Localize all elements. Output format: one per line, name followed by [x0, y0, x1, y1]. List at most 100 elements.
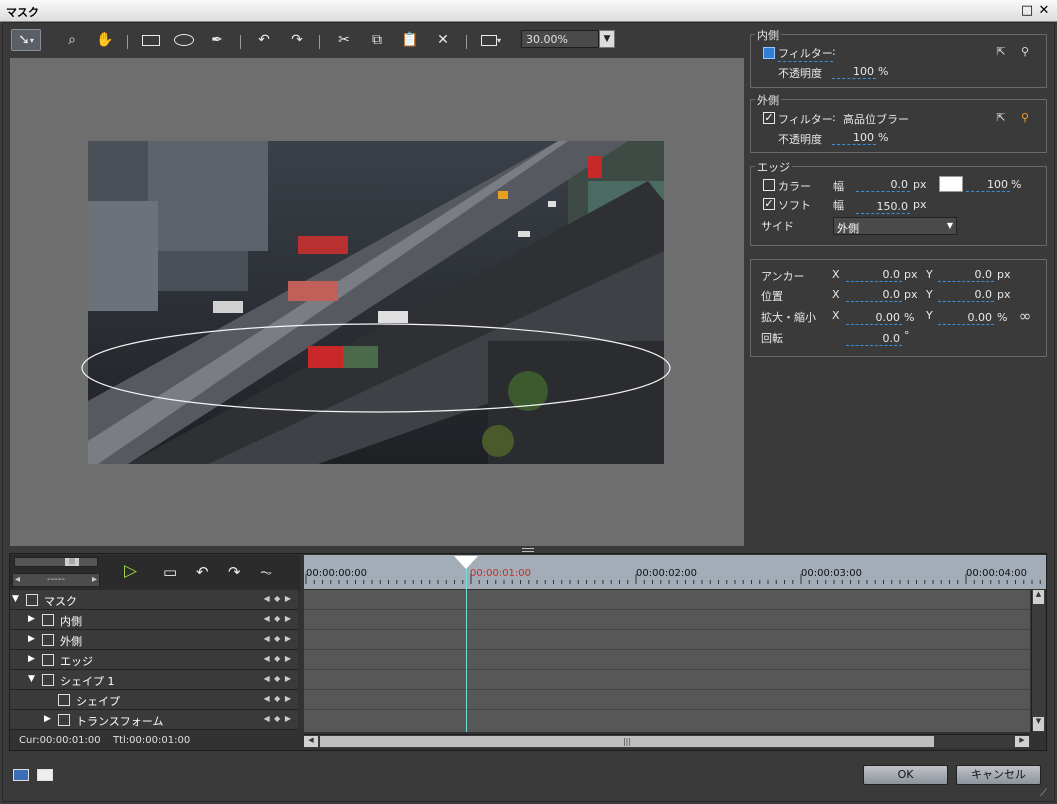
- edge-color-swatch[interactable]: [939, 176, 963, 192]
- track-checkbox[interactable]: [58, 694, 70, 706]
- maximize-icon[interactable]: □: [1020, 4, 1034, 18]
- expand-icon[interactable]: ▶: [44, 714, 51, 724]
- track-checkbox[interactable]: [58, 714, 70, 726]
- position-y-field[interactable]: 0.0: [938, 288, 994, 302]
- scroll-down-icon[interactable]: ▼: [1033, 717, 1044, 731]
- cancel-button[interactable]: キャンセル: [956, 765, 1041, 785]
- outer-filter-checkbox[interactable]: ✓: [763, 112, 775, 124]
- edge-color-width-field[interactable]: 0.0: [856, 178, 910, 192]
- keyframe-nav-icon[interactable]: ◀ ◆ ▶: [263, 634, 292, 643]
- edge-side-select[interactable]: 外側 ▼: [833, 217, 957, 235]
- inner-filter-label[interactable]: フィルター: [778, 45, 833, 62]
- toolbar-separator: [466, 35, 467, 49]
- edge-color-checkbox[interactable]: [763, 179, 775, 191]
- chevron-left-icon[interactable]: ◂: [15, 574, 20, 585]
- scroll-left-icon[interactable]: ◀: [304, 736, 318, 747]
- undo-icon[interactable]: ↶: [196, 563, 209, 581]
- outer-opacity-field[interactable]: 100: [832, 131, 876, 145]
- close-icon[interactable]: ✕: [1037, 4, 1051, 18]
- track-row[interactable]: ▼ シェイプ 1 ◀ ◆ ▶: [10, 670, 298, 690]
- scroll-up-icon[interactable]: ▲: [1033, 590, 1044, 604]
- chevron-right-icon[interactable]: ▸: [92, 574, 97, 585]
- redo-icon[interactable]: ↷: [285, 29, 309, 51]
- zoom-dropdown-icon[interactable]: ▼: [599, 30, 615, 48]
- filter-link-icon[interactable]: ⚲: [1018, 45, 1032, 59]
- playhead-marker[interactable]: [454, 556, 478, 569]
- keyframe-nav-icon[interactable]: ◀ ◆ ▶: [263, 694, 292, 703]
- track-checkbox[interactable]: [26, 594, 38, 606]
- scale-y-field[interactable]: 0.00: [938, 311, 994, 325]
- zoom-input[interactable]: 30.00%: [521, 30, 599, 48]
- fit-view-icon[interactable]: ▾: [476, 29, 506, 51]
- link-chain-icon[interactable]: ∞: [1018, 309, 1032, 324]
- rectangle-icon[interactable]: [139, 29, 163, 51]
- track-row[interactable]: ▶ 外側 ◀ ◆ ▶: [10, 630, 298, 650]
- track-row[interactable]: ▶ トランスフォーム ◀ ◆ ▶: [10, 710, 298, 730]
- position-x-field[interactable]: 0.0: [846, 288, 902, 302]
- scroll-right-icon[interactable]: ▶: [1015, 736, 1029, 747]
- rotation-field[interactable]: 0.0: [846, 332, 902, 346]
- redo-icon[interactable]: ↷: [228, 563, 241, 581]
- collapse-icon[interactable]: ▼: [28, 674, 35, 684]
- expand-icon[interactable]: ▶: [28, 634, 35, 644]
- filter-link-icon[interactable]: ⚲: [1018, 111, 1032, 125]
- track-row[interactable]: ▼ マスク ◀ ◆ ▶: [10, 590, 298, 610]
- edge-soft-checkbox[interactable]: ✓: [763, 198, 775, 210]
- edge-color-opacity-field[interactable]: 100: [966, 178, 1010, 192]
- edge-side-label: サイド: [761, 220, 794, 233]
- graph-icon[interactable]: ⏦: [260, 563, 272, 581]
- playhead-line[interactable]: [466, 565, 467, 732]
- keyframe-nav-icon[interactable]: ◀ ◆ ▶: [263, 594, 292, 603]
- track-row[interactable]: ▶ エッジ ◀ ◆ ▶: [10, 650, 298, 670]
- cut-icon[interactable]: ✂: [332, 29, 356, 51]
- track-row[interactable]: シェイプ ◀ ◆ ▶: [10, 690, 298, 710]
- track-checkbox[interactable]: [42, 634, 54, 646]
- track-checkbox[interactable]: [42, 674, 54, 686]
- anchor-x-field[interactable]: 0.0: [846, 268, 902, 282]
- keyframe-nav-icon[interactable]: ◀ ◆ ▶: [263, 614, 292, 623]
- anchor-y-field[interactable]: 0.0: [938, 268, 994, 282]
- ok-button[interactable]: OK: [863, 765, 948, 785]
- keyframe-nav-icon[interactable]: ◀ ◆ ▶: [263, 654, 292, 663]
- resize-grip-icon[interactable]: ⟋: [1040, 788, 1047, 799]
- scroll-thumb[interactable]: |||: [320, 736, 934, 747]
- copy-icon[interactable]: ⧉: [365, 29, 389, 51]
- keyframe-nav-icon[interactable]: ◀ ◆ ▶: [263, 674, 292, 683]
- track-label: シェイプ 1: [60, 675, 115, 688]
- timeline-zoom-slider[interactable]: |||: [14, 557, 98, 567]
- preview-icon[interactable]: ▭: [163, 563, 177, 581]
- ellipse-icon[interactable]: [172, 29, 196, 51]
- layout-single-icon[interactable]: [37, 769, 53, 781]
- position-y-label: Y: [926, 288, 933, 301]
- splitter-handle[interactable]: [522, 548, 534, 552]
- track-label: 内側: [60, 615, 82, 628]
- select-arrow-icon[interactable]: ➘ ▾: [11, 29, 41, 51]
- slider-thumb[interactable]: |||: [65, 558, 79, 566]
- hand-icon[interactable]: ✋: [93, 29, 117, 51]
- delete-icon[interactable]: ✕: [431, 29, 455, 51]
- track-row[interactable]: ▶ 内側 ◀ ◆ ▶: [10, 610, 298, 630]
- filter-settings-icon[interactable]: ⇱: [994, 111, 1008, 125]
- inner-filter-checkbox[interactable]: [763, 47, 775, 59]
- track-checkbox[interactable]: [42, 614, 54, 626]
- timeline-tracks[interactable]: [304, 590, 1030, 732]
- filter-settings-icon[interactable]: ⇱: [994, 45, 1008, 59]
- mask-ellipse-shape[interactable]: [80, 322, 672, 414]
- undo-icon[interactable]: ↶: [252, 29, 276, 51]
- collapse-icon[interactable]: ▼: [12, 594, 19, 604]
- timeline-horizontal-scrollbar[interactable]: ◀ ||| ▶: [304, 734, 1030, 748]
- play-icon[interactable]: ▷: [124, 561, 137, 581]
- expand-icon[interactable]: ▶: [28, 654, 35, 664]
- edge-soft-width-field[interactable]: 150.0: [856, 200, 910, 214]
- expand-icon[interactable]: ▶: [28, 614, 35, 624]
- paste-icon[interactable]: 📋: [398, 29, 422, 51]
- pen-icon[interactable]: ✒: [205, 29, 229, 51]
- track-checkbox[interactable]: [42, 654, 54, 666]
- inner-opacity-field[interactable]: 100: [832, 65, 876, 79]
- timeline-scale-select[interactable]: ◂ ----- ▸: [12, 573, 100, 587]
- layout-split-icon[interactable]: [13, 769, 29, 781]
- scale-x-field[interactable]: 0.00: [846, 311, 902, 325]
- zoom-magnifier-icon[interactable]: ⌕: [60, 29, 84, 51]
- keyframe-nav-icon[interactable]: ◀ ◆ ▶: [263, 714, 292, 723]
- timeline-vertical-scrollbar[interactable]: ▲ ▼: [1031, 590, 1045, 732]
